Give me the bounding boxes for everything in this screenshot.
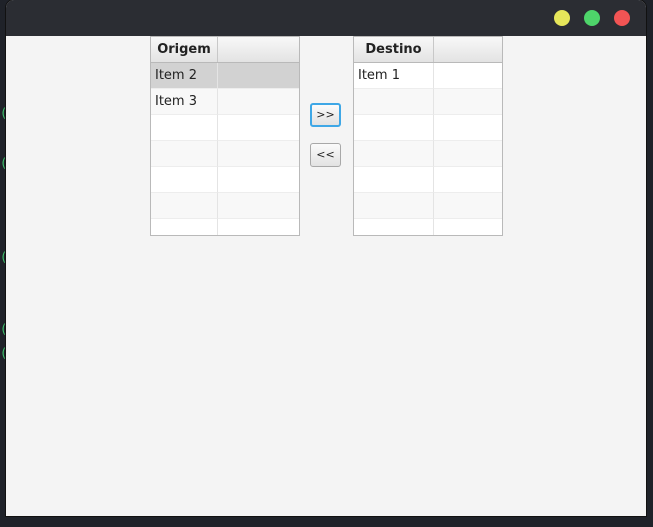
table-cell [218, 167, 299, 193]
table-cell [354, 89, 434, 115]
table-row[interactable] [151, 193, 299, 219]
app-window: Origem Item 2 Item 3 >> << Destino Item 1 [6, 0, 646, 516]
title-bar [6, 0, 646, 36]
table-cell [151, 219, 218, 235]
table-cell [354, 115, 434, 141]
window-content: Origem Item 2 Item 3 >> << Destino Item 1 [6, 36, 646, 516]
table-cell [218, 89, 299, 115]
table-cell [151, 167, 218, 193]
table-row[interactable]: Item 3 [151, 89, 299, 115]
table-cell [218, 115, 299, 141]
table-cell [434, 141, 502, 167]
table-row[interactable] [354, 167, 502, 193]
table-row[interactable] [354, 115, 502, 141]
table-row[interactable] [151, 167, 299, 193]
table-row[interactable]: Item 1 [354, 63, 502, 89]
table-cell [434, 89, 502, 115]
table-cell [434, 63, 502, 89]
table-cell [354, 193, 434, 219]
column-header-blank[interactable] [218, 37, 299, 62]
table-row[interactable] [151, 219, 299, 235]
column-header-origem[interactable]: Origem [151, 37, 218, 62]
table-cell: Item 1 [354, 63, 434, 89]
table-cell [218, 63, 299, 89]
table-header: Destino [354, 37, 502, 63]
source-table[interactable]: Origem Item 2 Item 3 [150, 36, 300, 236]
table-cell [354, 141, 434, 167]
table-cell [218, 219, 299, 235]
table-cell [354, 219, 434, 235]
table-header: Origem [151, 37, 299, 63]
table-row[interactable] [354, 219, 502, 235]
column-header-destino[interactable]: Destino [354, 37, 434, 62]
table-cell [434, 193, 502, 219]
table-row[interactable] [354, 89, 502, 115]
column-header-blank[interactable] [434, 37, 502, 62]
move-left-button[interactable]: << [310, 143, 341, 167]
table-cell [151, 141, 218, 167]
move-right-button[interactable]: >> [310, 103, 341, 127]
table-cell [151, 115, 218, 141]
table-cell [354, 167, 434, 193]
table-body: Item 2 Item 3 [151, 63, 299, 235]
close-button[interactable] [614, 10, 630, 26]
table-body: Item 1 [354, 63, 502, 235]
table-row[interactable]: Item 2 [151, 63, 299, 89]
table-row[interactable] [151, 141, 299, 167]
table-cell: Item 2 [151, 63, 218, 89]
table-cell: Item 3 [151, 89, 218, 115]
table-row[interactable] [354, 193, 502, 219]
table-row[interactable] [354, 141, 502, 167]
minimize-button[interactable] [554, 10, 570, 26]
table-cell [434, 219, 502, 235]
table-cell [434, 167, 502, 193]
table-cell [218, 193, 299, 219]
maximize-button[interactable] [584, 10, 600, 26]
destination-table[interactable]: Destino Item 1 [353, 36, 503, 236]
table-row[interactable] [151, 115, 299, 141]
table-cell [434, 115, 502, 141]
table-cell [218, 141, 299, 167]
table-cell [151, 193, 218, 219]
